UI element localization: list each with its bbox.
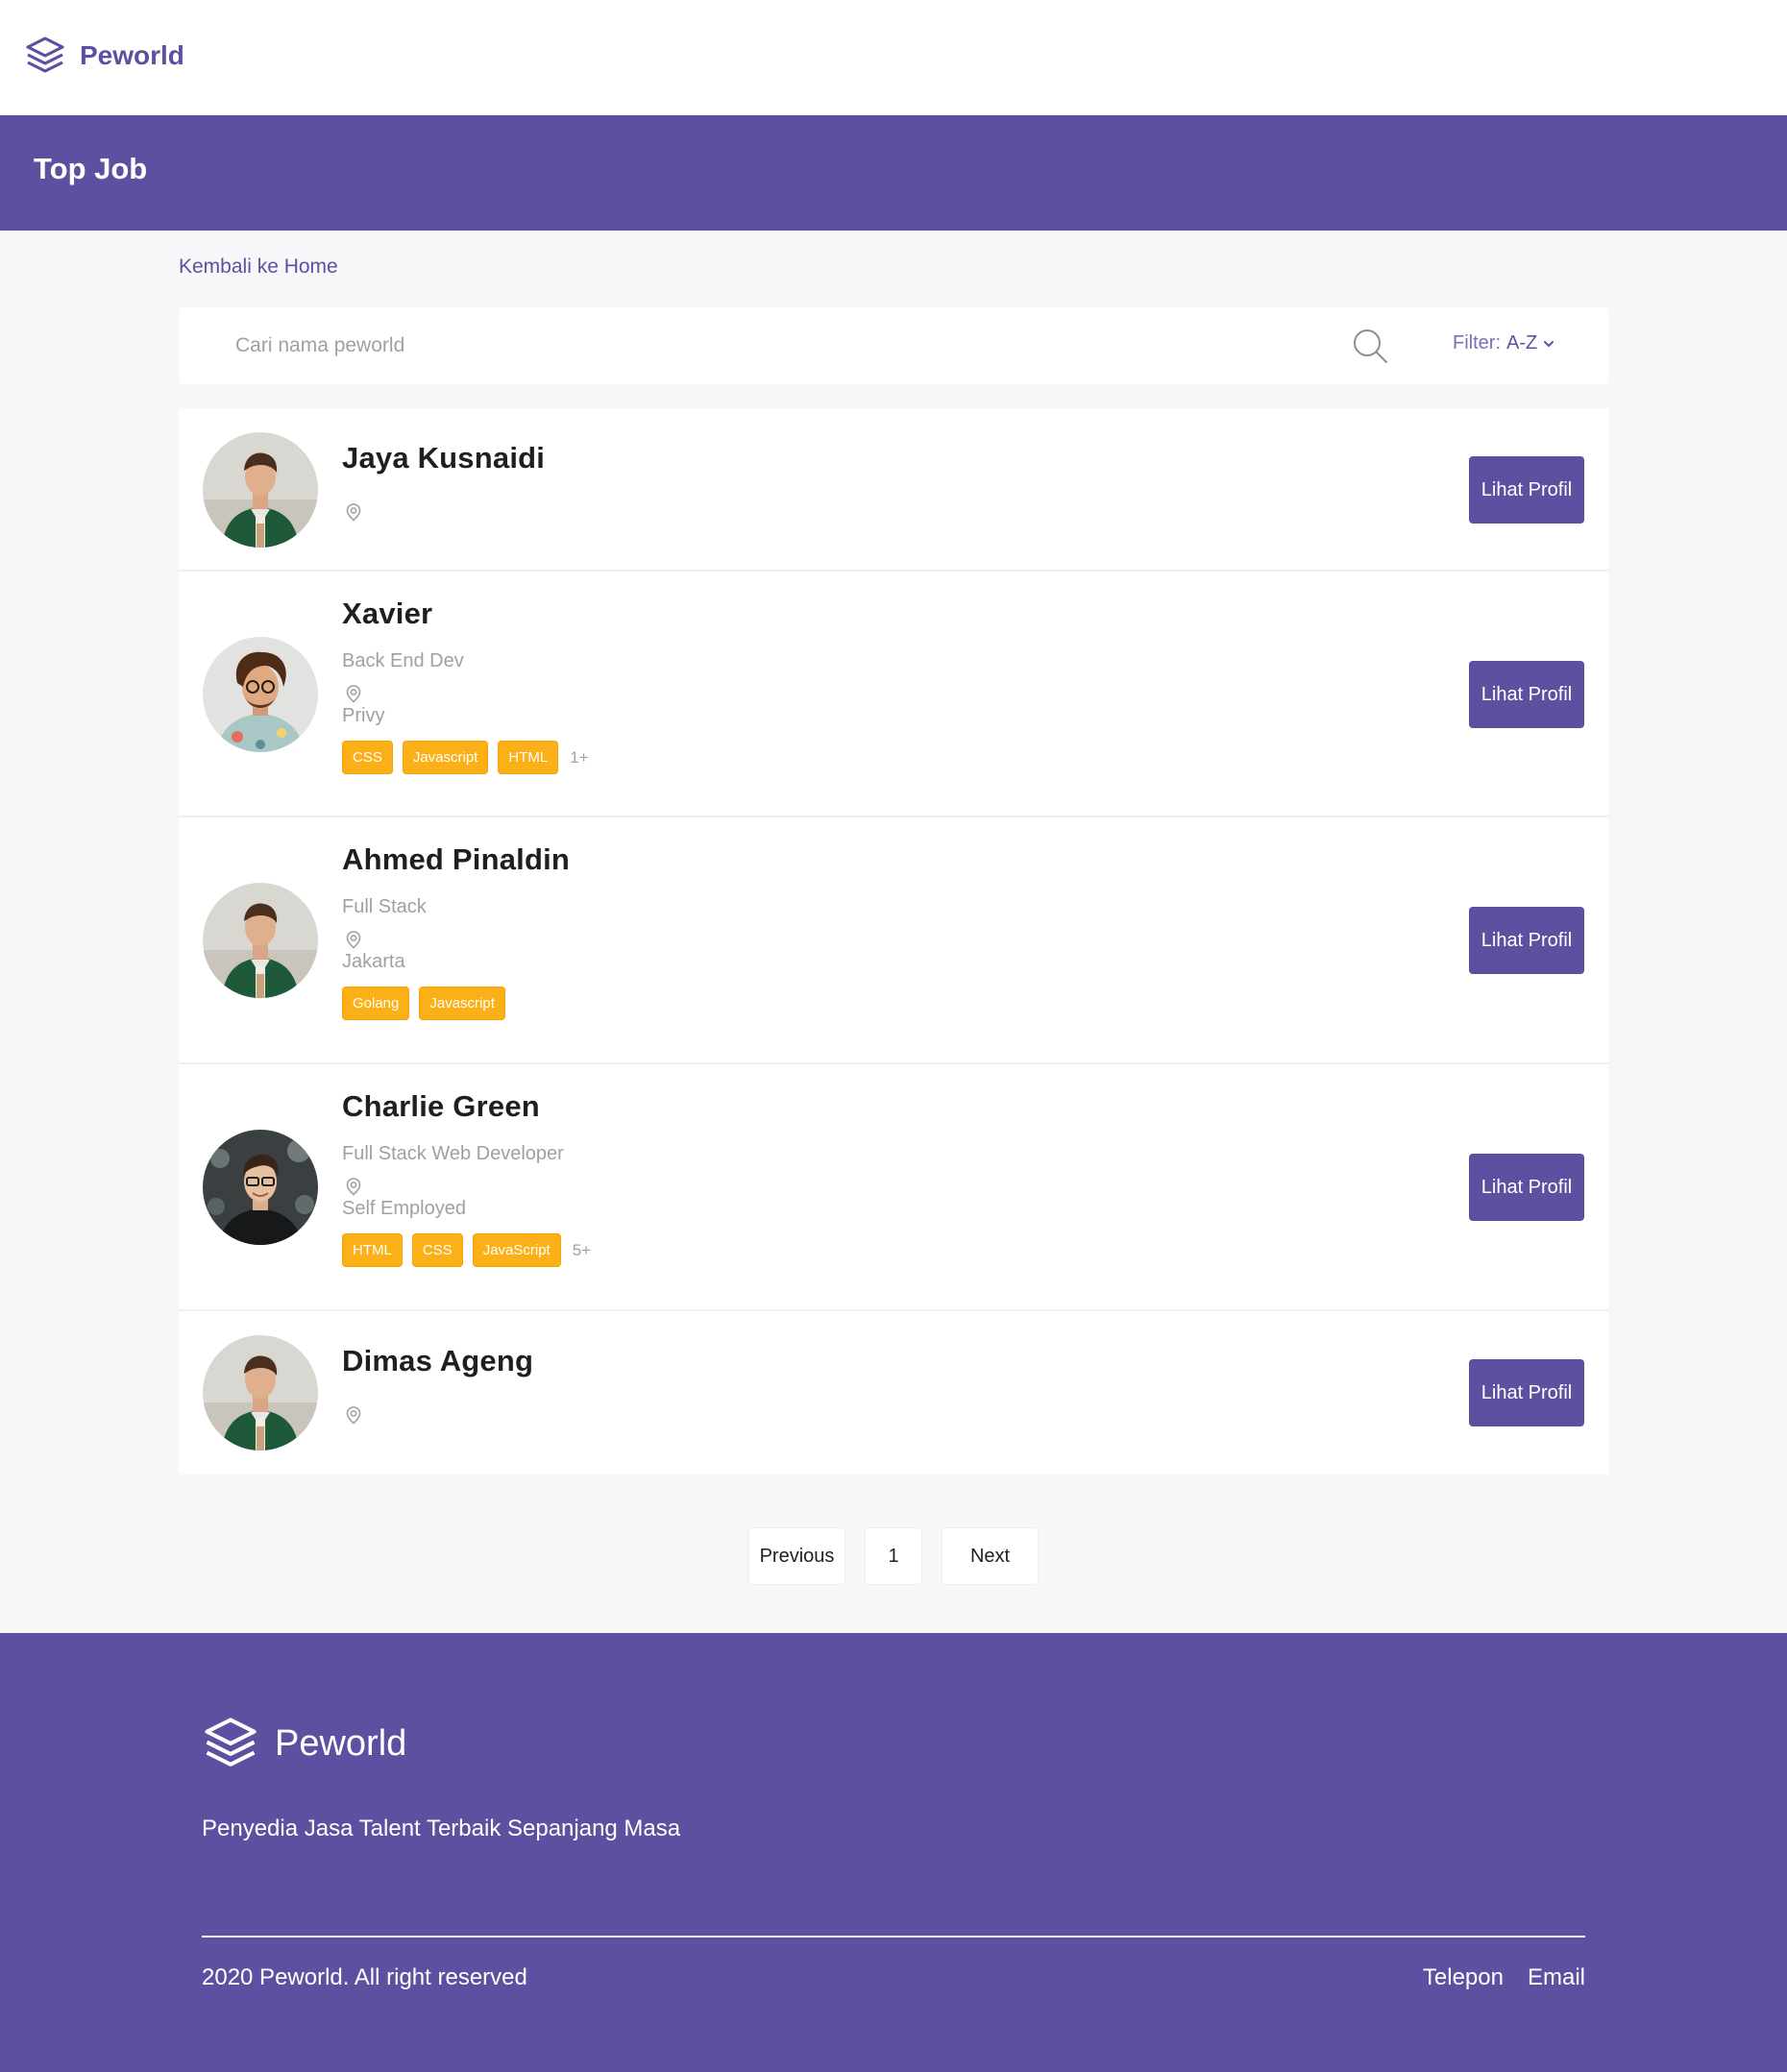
talent-list: Jaya Kusnaidi Lihat Profil Xavier Back E… [179,408,1608,1475]
search-bar: Filter: A-Z [179,307,1608,384]
next-page-button[interactable]: Next [942,1527,1039,1585]
search-input[interactable] [217,325,1312,367]
view-profile-button[interactable]: Lihat Profil [1469,456,1584,524]
telepon-link[interactable]: Telepon [1423,1964,1504,1991]
map-pin-icon [344,1405,363,1425]
map-pin-icon [344,502,363,522]
more-skills-count: 1+ [570,747,589,767]
talent-name: Dimas Ageng [342,1344,534,1377]
chevron-down-icon [1544,340,1554,347]
skill-badge: HTML [342,1233,403,1267]
footer-links: Telepon Email [1423,1964,1585,1991]
skill-badge: JavaScript [472,1233,561,1267]
avatar [203,883,318,998]
view-profile-button[interactable]: Lihat Profil [1469,1359,1584,1426]
search-icon[interactable] [1351,327,1389,365]
talent-card: Jaya Kusnaidi Lihat Profil [179,408,1608,572]
footer: Peworld Penyedia Jasa Talent Terbaik Sep… [0,1633,1787,2072]
talent-card: Charlie Green Full Stack Web Developer S… [179,1064,1608,1311]
skills-list: Golang Javascript [342,987,570,1020]
skill-badge: Javascript [419,987,505,1020]
talent-location: Self Employed [342,1198,466,1219]
talent-location: Jakarta [342,951,405,972]
avatar [203,637,318,752]
talent-card: Xavier Back End Dev Privy CSS Javascript… [179,572,1608,817]
footer-divider [202,1936,1585,1938]
view-profile-button[interactable]: Lihat Profil [1469,1154,1584,1221]
page-number-button[interactable]: 1 [865,1527,922,1585]
talent-name: Charlie Green [342,1089,540,1123]
talent-job: Full Stack [342,896,427,917]
talent-location: Privy [342,705,385,726]
view-profile-button[interactable]: Lihat Profil [1469,907,1584,974]
pagination: Previous 1 Next [0,1527,1787,1585]
footer-brand-name: Peworld [275,1722,407,1764]
email-link[interactable]: Email [1528,1964,1585,1991]
copyright-text: 2020 Peworld. All right reserved [202,1964,527,1990]
more-skills-count: 5+ [572,1240,592,1259]
skills-list: CSS Javascript HTML 1+ [342,741,589,774]
avatar [203,1335,318,1450]
view-profile-button[interactable]: Lihat Profil [1469,661,1584,728]
layers-logo-icon [26,37,64,73]
filter-label: Filter: [1453,332,1501,353]
page-title: Top Job [34,152,148,185]
talent-job: Full Stack Web Developer [342,1143,564,1164]
talent-name: Ahmed Pinaldin [342,842,571,876]
skills-list: HTML CSS JavaScript 5+ [342,1233,591,1267]
avatar [203,432,318,548]
avatar [203,1130,318,1245]
brand-name: Peworld [80,40,184,70]
filter-dropdown[interactable]: Filter: A-Z [1453,332,1554,354]
footer-tagline: Penyedia Jasa Talent Terbaik Sepanjang M… [202,1816,681,1841]
talent-job: Back End Dev [342,650,464,671]
skill-badge: Javascript [402,741,489,774]
navbar: Peworld [0,0,1787,115]
layers-logo-icon [205,1718,257,1767]
page-banner: Top Job [0,115,1787,231]
skill-badge: Golang [342,987,410,1020]
filter-value: A-Z [1506,332,1538,353]
talent-card: Ahmed Pinaldin Full Stack Jakarta Golang… [179,817,1608,1064]
talent-card: Dimas Ageng Lihat Profil [179,1311,1608,1475]
previous-page-button[interactable]: Previous [748,1527,845,1585]
map-pin-icon [344,930,363,949]
back-to-home-link[interactable]: Kembali ke Home [179,256,338,279]
map-pin-icon [344,1177,363,1196]
brand-logo[interactable]: Peworld [24,35,184,77]
footer-brand: Peworld [202,1715,406,1772]
talent-name: Xavier [342,597,433,630]
skill-badge: CSS [342,741,393,774]
skill-badge: CSS [411,1233,463,1267]
talent-name: Jaya Kusnaidi [342,441,546,475]
map-pin-icon [344,684,363,703]
skill-badge: HTML [498,741,559,774]
